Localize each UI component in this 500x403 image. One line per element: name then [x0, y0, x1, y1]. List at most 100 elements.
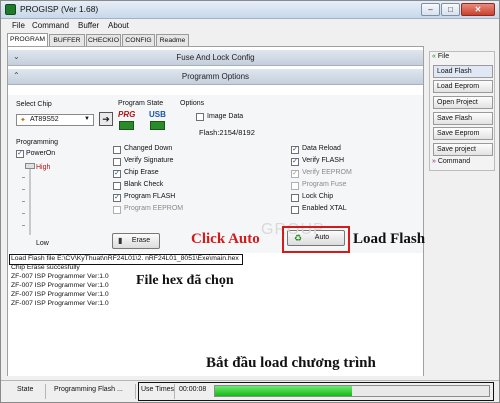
menu-about[interactable]: About — [108, 21, 129, 30]
arrow-right-icon: ➔ — [102, 114, 110, 124]
option-checkbox[interactable] — [291, 182, 299, 190]
option-checkbox[interactable]: ✓ — [291, 146, 299, 154]
option-label: Blank Check — [124, 181, 164, 188]
prg-board-icon — [119, 121, 134, 130]
log-line: ZF-007 ISP Programmer Ver:1.0 — [11, 273, 109, 280]
usb-board-icon — [150, 121, 165, 130]
option-checkbox[interactable] — [113, 146, 121, 154]
sidebar-command-header[interactable]: » Command — [432, 158, 470, 165]
slider-tick — [22, 189, 25, 190]
low-label: Low — [36, 240, 49, 247]
option-label: Enabled XTAL — [302, 205, 347, 212]
slider-tick — [22, 213, 25, 214]
app-icon — [5, 4, 16, 15]
window-title: PROGISP (Ver 1.68) — [20, 4, 99, 14]
prg-icon: PRG — [118, 110, 136, 119]
flash-info: Flash:2154/8192 — [199, 128, 255, 137]
open-project-button[interactable]: Open Project — [433, 96, 493, 109]
programm-options-title: Programm Options — [181, 72, 250, 81]
load-flash-button[interactable]: Load Flash — [433, 65, 493, 78]
annotation-start-load: Bắt đầu load chương trình — [206, 355, 376, 371]
program-state-label: Program State — [118, 100, 164, 107]
annotation-file-hex: File hex đã chọn — [136, 273, 234, 288]
image-data-checkbox[interactable] — [196, 113, 204, 121]
poweron-checkbox[interactable]: ✓ — [16, 150, 24, 158]
sidebar-file-header[interactable]: « File — [432, 53, 449, 60]
option-label: Chip Erase — [124, 169, 159, 176]
voltage-slider-track[interactable] — [29, 165, 31, 235]
expand-icon: » — [432, 158, 436, 165]
status-bar: State Programming Flash ... Use Times 00… — [1, 380, 499, 402]
maximize-button[interactable]: □ — [441, 3, 460, 16]
select-chip-label: Select Chip — [16, 101, 52, 108]
tab-checkio[interactable]: CHECKIO — [86, 34, 121, 46]
slider-tick — [22, 225, 25, 226]
tab-program[interactable]: PROGRAM — [7, 33, 48, 46]
load-eeprom-button[interactable]: Load Eeprom — [433, 80, 493, 93]
chip-icon: ✦ — [20, 117, 26, 124]
chip-go-button[interactable]: ➔ — [99, 112, 113, 126]
erase-button[interactable]: ▮ Erase — [112, 233, 160, 249]
status-divider — [135, 384, 136, 399]
slider-tick — [22, 201, 25, 202]
time-progress-highlight — [138, 382, 494, 401]
menu-bar: File Command Buffer About — [1, 19, 499, 32]
menu-file[interactable]: File — [12, 21, 25, 30]
save-flash-button[interactable]: Save Flash — [433, 112, 493, 125]
close-button[interactable]: ✕ — [461, 3, 495, 16]
title-bar: PROGISP (Ver 1.68) – □ ✕ — [1, 1, 499, 19]
tab-config[interactable]: CONFIG — [122, 34, 155, 46]
file-path-highlight-box — [9, 254, 243, 265]
eraser-icon: ▮ — [118, 236, 123, 245]
app-window: PROGISP (Ver 1.68) – □ ✕ File Command Bu… — [0, 0, 500, 403]
log-line: ZF-007 ISP Programmer Ver:1.0 — [11, 291, 109, 298]
chip-select-value: AT89S52 — [30, 116, 59, 123]
tab-readme[interactable]: Readme — [156, 34, 189, 46]
slider-tick — [22, 177, 25, 178]
voltage-slider-thumb[interactable] — [25, 163, 35, 169]
log-line: Chip Erase succesfully — [11, 264, 80, 271]
annotation-click-auto: Click Auto — [191, 231, 260, 247]
program-panel: ⌄ Fuse And Lock Config ⌃ Programm Option… — [7, 46, 424, 376]
poweron-label: PowerOn — [26, 150, 56, 157]
chip-select[interactable]: ✦ AT89S52 ▼ — [16, 114, 94, 126]
menu-buffer[interactable]: Buffer — [78, 21, 99, 30]
option-label: Data Reload — [302, 145, 341, 152]
tab-buffer[interactable]: BUFFER — [49, 34, 85, 46]
status-state-value: Programming Flash ... — [54, 386, 123, 393]
option-checkbox[interactable]: ✓ — [291, 158, 299, 166]
auto-highlight-box — [282, 226, 350, 253]
status-divider — [45, 384, 46, 399]
option-checkbox[interactable]: ✓ — [113, 170, 121, 178]
option-label: Program EEPROM — [124, 205, 184, 212]
option-label: Program Fuse — [302, 181, 347, 188]
option-checkbox[interactable] — [113, 182, 121, 190]
option-checkbox[interactable]: ✓ — [291, 170, 299, 178]
option-label: Lock Chip — [302, 193, 334, 200]
usb-icon: USB — [149, 110, 166, 119]
option-checkbox[interactable] — [291, 194, 299, 202]
option-label: Changed Down — [124, 145, 173, 152]
log-line: ZF-007 ISP Programmer Ver:1.0 — [11, 300, 109, 307]
option-checkbox[interactable]: ✓ — [113, 194, 121, 202]
save-project-button[interactable]: Save project — [433, 143, 493, 156]
option-label: Verify Signature — [124, 157, 174, 164]
option-checkbox[interactable] — [113, 206, 121, 214]
programming-label: Programming — [16, 139, 59, 146]
log-line: ZF-007 ISP Programmer Ver:1.0 — [11, 282, 109, 289]
image-data-label: Image Data — [207, 113, 244, 120]
options-label: Options — [180, 100, 205, 107]
status-state-label: State — [17, 386, 34, 393]
option-checkbox[interactable] — [113, 158, 121, 166]
save-eeprom-button[interactable]: Save Eeprom — [433, 127, 493, 140]
menu-command[interactable]: Command — [32, 21, 69, 30]
collapse-icon: « — [432, 53, 436, 60]
option-label: Program FLASH — [124, 193, 176, 200]
minimize-button[interactable]: – — [421, 3, 440, 16]
option-checkbox[interactable] — [291, 206, 299, 214]
option-label: Verify EEPROM — [302, 169, 352, 176]
erase-label: Erase — [131, 237, 151, 244]
programm-options-bar[interactable]: ⌃ Programm Options — [8, 69, 423, 85]
annotation-load-flash: Load Flash — [353, 231, 426, 247]
fuse-lock-bar[interactable]: ⌄ Fuse And Lock Config — [8, 50, 423, 66]
